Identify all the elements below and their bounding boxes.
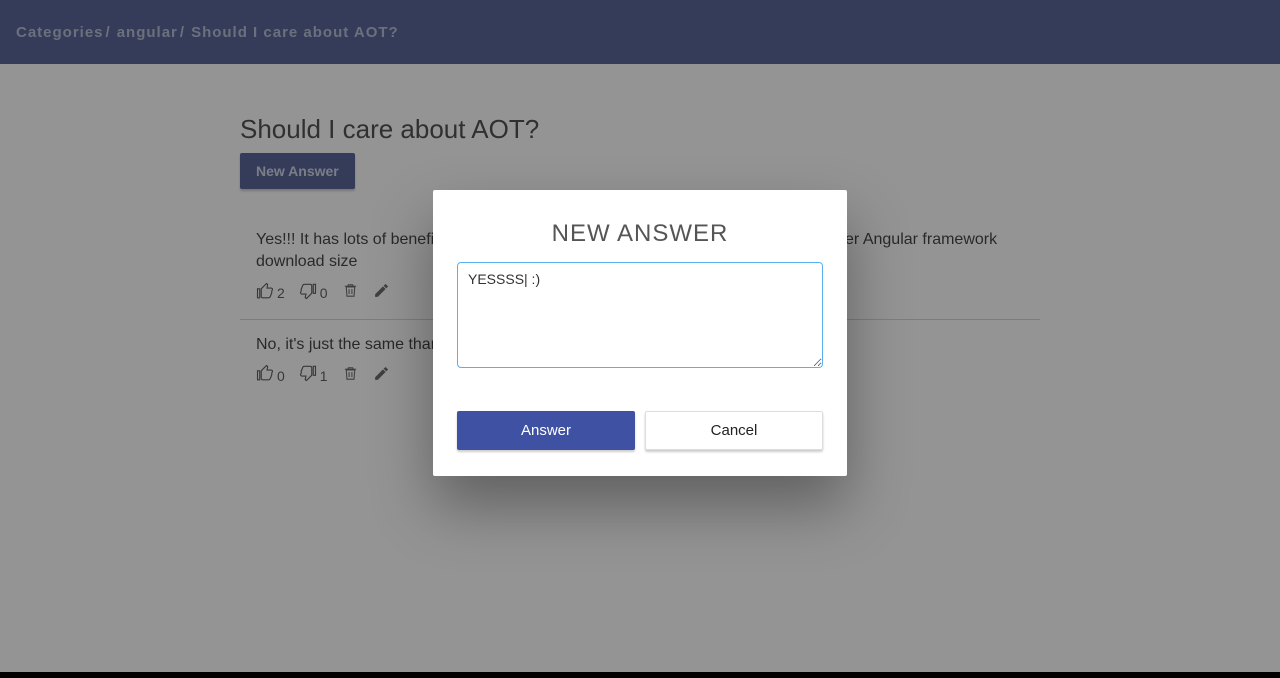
cancel-button[interactable]: Cancel xyxy=(645,411,823,450)
answer-textarea[interactable] xyxy=(457,262,823,368)
new-answer-modal: NEW ANSWER Answer Cancel xyxy=(433,190,847,476)
modal-title: NEW ANSWER xyxy=(457,220,823,248)
bottom-bar xyxy=(0,672,1280,678)
modal-overlay[interactable]: NEW ANSWER Answer Cancel xyxy=(0,0,1280,678)
submit-answer-button[interactable]: Answer xyxy=(457,411,635,450)
modal-buttons: Answer Cancel xyxy=(457,411,823,450)
